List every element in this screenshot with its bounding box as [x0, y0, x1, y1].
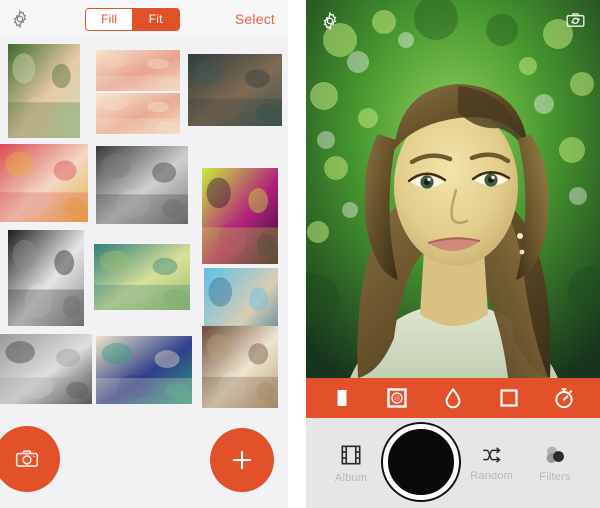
square-outline-icon[interactable]	[496, 385, 522, 411]
camera-flip-icon[interactable]	[565, 10, 586, 36]
album-label: Album	[334, 472, 368, 484]
photo-bw-knobs[interactable]	[96, 146, 188, 224]
camera-bottom-bar: Album Random Filters	[306, 418, 600, 508]
viewfinder-photo	[306, 0, 600, 378]
photo-library-screen: Fill Fit Select	[0, 0, 288, 508]
shutter-button[interactable]	[383, 424, 460, 500]
photo-grid[interactable]	[0, 38, 288, 428]
droplet-icon[interactable]	[440, 385, 466, 411]
select-button[interactable]: Select	[235, 11, 278, 27]
photo-girl-portrait[interactable]	[8, 44, 80, 138]
viewfinder-overlay-icons	[306, 0, 600, 46]
photo-bw-woman[interactable]	[8, 230, 84, 326]
filters-button[interactable]: Filters	[524, 443, 586, 483]
photo-market-toys[interactable]	[0, 144, 88, 222]
album-button[interactable]: Album	[320, 442, 382, 484]
segment-fit[interactable]: Fit	[132, 8, 179, 30]
stopwatch-icon[interactable]	[551, 385, 577, 411]
film-strip-icon	[341, 445, 361, 465]
photo-two-friends-top[interactable]	[96, 50, 180, 91]
photo-neon-room[interactable]	[202, 168, 278, 264]
photo-street-night[interactable]	[188, 54, 282, 126]
random-label: Random	[470, 470, 514, 482]
screenshot-root: Fill Fit Select Album Random Filters	[0, 0, 600, 508]
fill-fit-segmented-control[interactable]: Fill Fit	[84, 7, 180, 31]
photo-beach-flag[interactable]	[96, 336, 192, 404]
focus-circle-icon[interactable]	[384, 385, 410, 411]
shuffle-icon	[482, 447, 501, 463]
flash-rect-icon[interactable]	[329, 385, 355, 411]
camera-capture-screen: Album Random Filters	[306, 0, 600, 508]
photo-two-friends-bottom[interactable]	[96, 93, 180, 134]
camera-viewfinder[interactable]	[306, 0, 600, 378]
segment-fill[interactable]: Fill	[85, 8, 133, 30]
filters-label: Filters	[539, 471, 571, 483]
gear-icon[interactable]	[320, 10, 340, 36]
camera-tool-strip	[306, 378, 600, 418]
random-button[interactable]: Random	[461, 444, 523, 482]
add-fab-button[interactable]	[210, 428, 274, 492]
camera-fab-button[interactable]	[0, 426, 60, 492]
photo-bw-kids[interactable]	[0, 334, 92, 404]
filters-circles-icon	[546, 446, 564, 463]
photo-food-bowl[interactable]	[94, 244, 190, 310]
library-topbar: Fill Fit Select	[0, 0, 288, 38]
photo-notebook[interactable]	[202, 326, 278, 408]
gear-icon[interactable]	[10, 9, 30, 29]
